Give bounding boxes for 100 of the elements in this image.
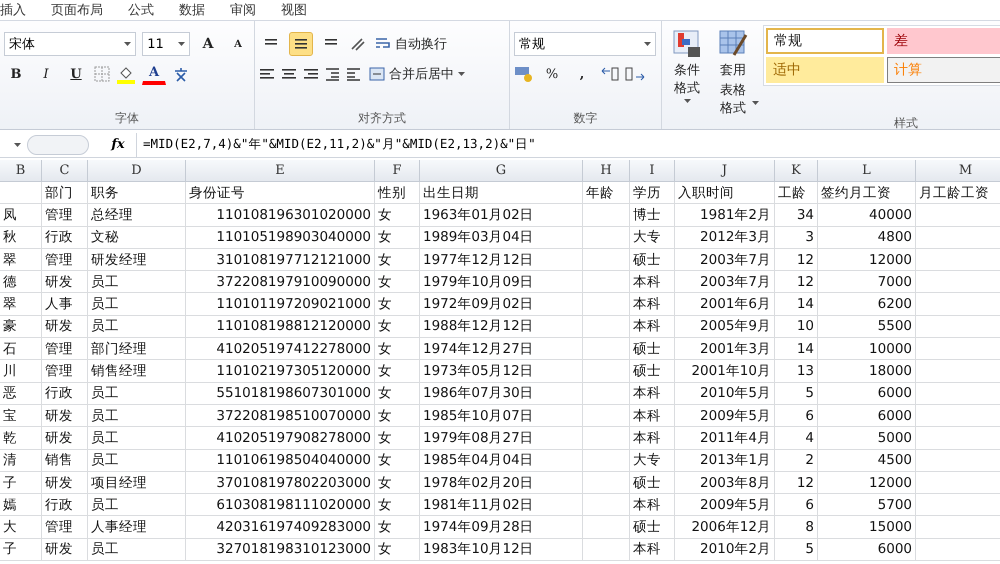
column-header[interactable]: I	[630, 160, 675, 182]
table-cell: 凤	[0, 204, 42, 227]
table-cell: 2001年10月	[675, 360, 775, 383]
column-header[interactable]: E	[186, 160, 375, 182]
empty-cell	[583, 472, 630, 494]
table-cell: 1981年11月02日	[420, 494, 583, 516]
align-icon[interactable]	[259, 67, 275, 81]
table-cell: 本科	[630, 316, 675, 338]
table-cell: 大专	[630, 226, 675, 249]
cell-style-option[interactable]: 适中	[766, 57, 884, 83]
conditional-format-button[interactable]: 条件格式	[666, 29, 708, 103]
column-header[interactable]: H	[583, 160, 630, 182]
decimal-icon[interactable]	[600, 66, 646, 82]
table-cell: 本科	[630, 494, 675, 516]
table-cell: 1977年12月12日	[420, 248, 583, 272]
caret-icon[interactable]	[644, 42, 651, 46]
group-label: 对齐方式	[358, 110, 406, 127]
menu-tab[interactable]: 页面布局	[51, 1, 103, 19]
table-cell: 人事	[42, 293, 88, 316]
orientation-icon[interactable]	[349, 36, 367, 52]
empty-cell	[583, 226, 630, 249]
table-cell: 人事经理	[88, 516, 186, 539]
table-cell: 研发经理	[88, 248, 186, 272]
empty-cell	[583, 427, 630, 450]
align-icon[interactable]	[281, 67, 297, 81]
menu-tab[interactable]: 审阅	[230, 1, 256, 19]
header-cell: 性别	[375, 182, 420, 204]
table-cell: 40000	[818, 204, 916, 227]
function-button[interactable]: fx	[100, 137, 136, 152]
name-box-field[interactable]	[27, 134, 89, 154]
table-cell: 6000	[818, 382, 916, 405]
menu-tab[interactable]: 公式	[128, 1, 154, 19]
wrap-text-icon	[375, 37, 391, 51]
table-cell: 研发	[42, 427, 88, 450]
table-cell: 管理	[42, 248, 88, 272]
menu-tab[interactable]: 视图	[281, 1, 307, 19]
table-cell: 清	[0, 450, 42, 472]
bold-button[interactable]: B	[4, 62, 28, 86]
shrink-font-button[interactable]: A	[226, 32, 250, 56]
italic-button[interactable]: I	[34, 62, 58, 86]
number-format-field[interactable]: 常规	[514, 32, 656, 56]
column-header[interactable]: D	[88, 160, 186, 182]
table-cell: 3	[775, 226, 818, 249]
table-cell: 管理	[42, 338, 88, 360]
cell-style-option[interactable]: 差	[887, 28, 1000, 54]
table-cell: 本科	[630, 271, 675, 294]
menu-tab[interactable]: 数据	[179, 1, 205, 19]
comma-button[interactable]: ,	[570, 62, 594, 86]
column-header[interactable]: K	[775, 160, 818, 182]
table-cell: 110108198812120000	[186, 316, 375, 338]
header-cell: 年龄	[583, 182, 630, 204]
currency-icon[interactable]	[514, 65, 534, 83]
header-cell: 出生日期	[420, 182, 583, 204]
grow-font-button[interactable]: A	[196, 32, 220, 56]
cell-style-option[interactable]: 常规	[766, 28, 884, 54]
column-header[interactable]: M	[916, 160, 1000, 182]
table-cell: 豪	[0, 316, 42, 338]
caret-icon[interactable]	[752, 101, 759, 105]
table-cell: 6000	[818, 538, 916, 562]
column-header[interactable]: J	[675, 160, 775, 182]
merge-center-button[interactable]: 合并后居中	[367, 61, 467, 87]
table-cell: 4500	[818, 450, 916, 472]
align-icon[interactable]	[303, 67, 319, 81]
font-size-field[interactable]: 11	[142, 32, 190, 56]
menu-tab[interactable]: 插入	[0, 1, 26, 19]
table-cell: 女	[375, 204, 420, 227]
indent-icon[interactable]	[325, 67, 361, 81]
caret-icon[interactable]	[458, 72, 465, 76]
column-header[interactable]: B	[0, 160, 42, 182]
table-cell: 2005年9月	[675, 316, 775, 338]
caret-icon[interactable]	[178, 42, 185, 46]
header-cell: 入职时间	[675, 182, 775, 204]
wrap-text-button[interactable]: 自动换行	[373, 31, 449, 57]
table-cell: 研发	[42, 538, 88, 562]
align-button[interactable]	[289, 32, 313, 56]
font-color-button[interactable]: A	[142, 63, 166, 85]
table-cell: 14	[775, 338, 818, 360]
table-cell: 本科	[630, 427, 675, 450]
table-cell: 女	[375, 404, 420, 428]
column-header[interactable]: G	[420, 160, 583, 182]
table-cell: 员工	[88, 494, 186, 516]
column-header[interactable]: C	[42, 160, 88, 182]
font-name-field[interactable]: 宋体	[4, 32, 136, 56]
caret-icon[interactable]	[14, 142, 21, 146]
caret-icon[interactable]	[124, 42, 132, 46]
table-cell: 10	[775, 316, 818, 338]
table-cell: 1978年02月20日	[420, 472, 583, 494]
table-cell: 秋	[0, 226, 42, 249]
table-format-button[interactable]: 套用 表格格式	[712, 29, 754, 117]
formula-field[interactable]: =MID(E2,7,4)&"年"&MID(E2,11,2)&"月"&MID(E2,13,2)&"日"	[136, 132, 1000, 156]
caret-icon[interactable]	[684, 99, 690, 103]
underline-button[interactable]: U	[64, 62, 88, 86]
table-cell: 551018198607301000	[186, 382, 375, 405]
table-cell: 员工	[88, 271, 186, 294]
column-header[interactable]: L	[818, 160, 916, 182]
border-icon[interactable]	[94, 66, 110, 82]
column-header[interactable]: F	[375, 160, 420, 182]
group-label: 字体	[115, 110, 139, 127]
percent-button[interactable]: %	[540, 62, 564, 86]
empty-cell	[583, 293, 630, 316]
